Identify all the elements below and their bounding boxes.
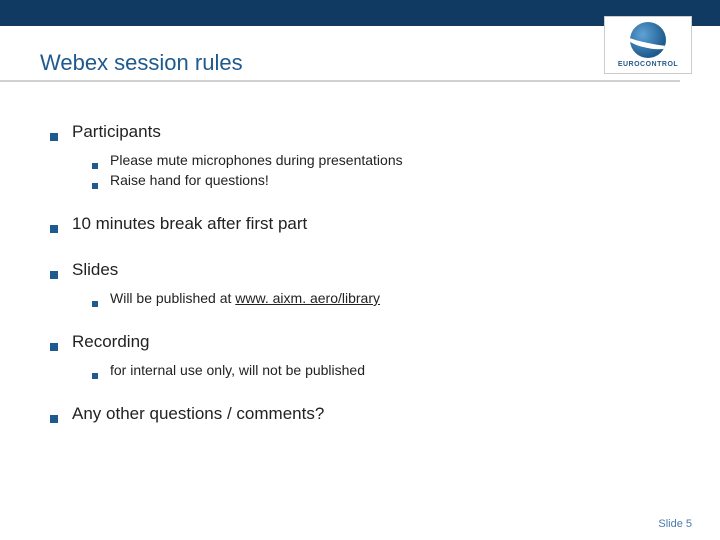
list-item: Any other questions / comments? [50,404,680,424]
list-item: Slides Will be published at www. aixm. a… [50,260,680,306]
list-item-label: Any other questions / comments? [72,404,324,424]
square-bullet-icon [50,225,58,233]
list-item: 10 minutes break after first part [50,214,680,234]
eurocontrol-logo: EUROCONTROL [604,16,692,74]
sub-list-item: Will be published at www. aixm. aero/lib… [92,290,680,306]
logo-globe-icon [630,22,666,58]
title-area: Webex session rules [0,26,680,82]
sub-list-item: Raise hand for questions! [92,172,680,188]
square-bullet-icon [50,343,58,351]
square-bullet-icon [50,133,58,141]
square-bullet-icon [92,301,98,307]
square-bullet-icon [92,183,98,189]
square-bullet-icon [92,163,98,169]
slide-number: Slide 5 [658,518,692,530]
sub-list-item-text: Raise hand for questions! [110,172,269,188]
square-bullet-icon [50,415,58,423]
library-link[interactable]: www. aixm. aero/library [235,290,380,306]
list-item: Participants Please mute microphones dur… [50,122,680,188]
slide-content: Participants Please mute microphones dur… [0,82,720,424]
list-item-label: Slides [72,260,118,280]
sub-list-item: Please mute microphones during presentat… [92,152,680,168]
square-bullet-icon [50,271,58,279]
logo-brand-text: EUROCONTROL [618,61,678,68]
list-item-label: Recording [72,332,150,352]
slide-title: Webex session rules [40,50,680,76]
list-item-label: 10 minutes break after first part [72,214,307,234]
list-item: Recording for internal use only, will no… [50,332,680,378]
sub-list-item-prefix: Will be published at [110,290,235,306]
sub-list-item-text: for internal use only, will not be publi… [110,362,365,378]
square-bullet-icon [92,373,98,379]
list-item-label: Participants [72,122,161,142]
sub-list-item-text: Please mute microphones during presentat… [110,152,403,168]
sub-list-item: for internal use only, will not be publi… [92,362,680,378]
sub-list-item-text: Will be published at www. aixm. aero/lib… [110,290,380,306]
